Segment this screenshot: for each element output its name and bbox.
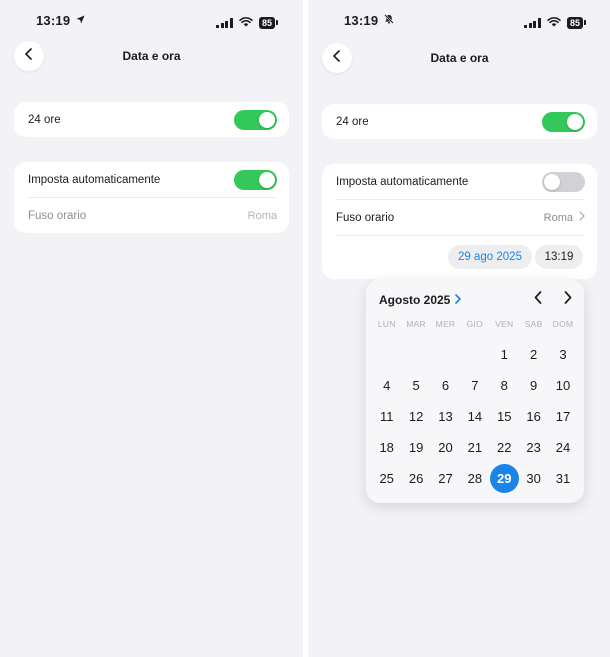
timezone-label: Fuso orario: [28, 209, 87, 222]
timezone-value: Roma: [543, 211, 573, 224]
hour24-toggle[interactable]: [234, 109, 277, 130]
calendar-day[interactable]: 13: [431, 401, 460, 432]
calendar-day[interactable]: 20: [431, 432, 460, 463]
page-title: Data e ora: [122, 49, 181, 63]
calendar-day[interactable]: 28: [460, 463, 489, 494]
timezone-row[interactable]: Fuso orario Roma: [336, 200, 585, 235]
chevron-right-icon: [564, 291, 572, 309]
calendar-day[interactable]: 30: [519, 463, 548, 494]
calendar-day-selected[interactable]: 29: [489, 463, 519, 494]
chevron-right-icon: [579, 211, 585, 224]
calendar-empty-cell: [401, 339, 430, 370]
calendar-day[interactable]: 15: [490, 401, 519, 432]
chevron-left-icon: [534, 291, 542, 309]
hour24-toggle[interactable]: [542, 111, 585, 132]
calendar-day[interactable]: 4: [372, 370, 401, 401]
hour24-label: 24 ore: [336, 115, 369, 128]
status-time: 13:19: [36, 13, 71, 28]
calendar-day[interactable]: 31: [548, 463, 577, 494]
weekday-label: MER: [435, 319, 456, 329]
divider: [336, 235, 585, 236]
calendar-day[interactable]: 18: [372, 432, 401, 463]
auto-toggle[interactable]: [542, 171, 585, 192]
page-title: Data e ora: [430, 51, 489, 65]
calendar-day[interactable]: 16: [519, 401, 548, 432]
calendar-day[interactable]: 8: [490, 370, 519, 401]
weekday-label: MAR: [406, 319, 426, 329]
calendar-empty-cell: [372, 339, 401, 370]
calendar-day[interactable]: 6: [431, 370, 460, 401]
auto-settings-card: Imposta automaticamente Fuso orario Roma…: [322, 164, 597, 279]
date-picker-button[interactable]: 29 ago 2025: [448, 245, 532, 269]
month-selector[interactable]: Agosto 2025: [379, 293, 462, 307]
weekday-label: DOM: [552, 319, 574, 329]
month-label: Agosto 2025: [379, 293, 451, 307]
calendar-day[interactable]: 23: [519, 432, 548, 463]
timezone-label: Fuso orario: [336, 211, 395, 224]
hour24-row: 24 ore: [28, 102, 277, 137]
calendar-day[interactable]: 9: [519, 370, 548, 401]
auto-row: Imposta automaticamente: [336, 164, 585, 199]
status-bar: 13:19 85: [308, 0, 610, 40]
calendar-day[interactable]: 2: [519, 339, 548, 370]
calendar-day[interactable]: 11: [372, 401, 401, 432]
auto-label: Imposta automaticamente: [336, 175, 469, 188]
calendar-day[interactable]: 22: [490, 432, 519, 463]
cellular-signal-icon: [524, 18, 541, 28]
calendar-day[interactable]: 5: [401, 370, 430, 401]
previous-month-button[interactable]: [529, 290, 547, 310]
calendar-day[interactable]: 24: [548, 432, 577, 463]
calendar-day[interactable]: 17: [548, 401, 577, 432]
location-arrow-icon: [76, 15, 85, 27]
wifi-icon: [239, 14, 253, 32]
next-month-button[interactable]: [559, 290, 577, 310]
time-picker-button[interactable]: 13:19: [535, 245, 583, 269]
auto-label: Imposta automaticamente: [28, 173, 161, 186]
calendar-day[interactable]: 27: [431, 463, 460, 494]
calendar-day[interactable]: 26: [401, 463, 430, 494]
left-screen: 13:19 85 Data e ora 24 ore Imposta autom…: [0, 0, 303, 657]
calendar-day[interactable]: 12: [401, 401, 430, 432]
calendar-day[interactable]: 1: [490, 339, 519, 370]
weekday-label: SAB: [524, 319, 543, 329]
hour24-label: 24 ore: [28, 113, 61, 126]
calendar-grid: LUN MAR MER GIO VEN SAB DOM 1 2 3 4 5 6 7 8 9 10 11 12 13 14…: [372, 319, 578, 494]
battery-level: 85: [258, 17, 279, 29]
calendar-day[interactable]: 14: [460, 401, 489, 432]
calendar-popover: Agosto 2025 LUN MAR MER GIO VEN SAB DOM 1 2 3 4 5 6 7…: [366, 279, 584, 503]
bell-slash-icon: [384, 14, 394, 27]
timezone-row: Fuso orario Roma: [28, 198, 277, 233]
calendar-empty-cell: [431, 339, 460, 370]
weekday-label: LUN: [377, 319, 396, 329]
wifi-icon: [547, 14, 561, 32]
screenshot-pair: 13:19 85 Data e ora 24 ore Imposta autom…: [0, 0, 610, 657]
status-bar: 13:19 85: [0, 0, 303, 40]
hour24-card: 24 ore: [322, 104, 597, 139]
calendar-day[interactable]: 3: [548, 339, 577, 370]
status-time: 13:19: [344, 13, 379, 28]
hour24-row: 24 ore: [336, 104, 585, 139]
cellular-signal-icon: [216, 18, 233, 28]
weekday-label: VEN: [495, 319, 514, 329]
hour24-card: 24 ore: [14, 102, 289, 137]
auto-row: Imposta automaticamente: [28, 162, 277, 197]
calendar-day[interactable]: 21: [460, 432, 489, 463]
calendar-day[interactable]: 25: [372, 463, 401, 494]
weekday-label: GIO: [466, 319, 484, 329]
timezone-value: Roma: [247, 209, 277, 222]
auto-settings-card: Imposta automaticamente Fuso orario Roma: [14, 162, 289, 233]
calendar-empty-cell: [460, 339, 489, 370]
chevron-right-icon: [455, 293, 462, 307]
auto-toggle[interactable]: [234, 169, 277, 190]
right-screen: 13:19 85 Data e ora 24 ore Imposta autom…: [308, 0, 610, 657]
calendar-day[interactable]: 7: [460, 370, 489, 401]
calendar-day[interactable]: 19: [401, 432, 430, 463]
calendar-day[interactable]: 10: [548, 370, 577, 401]
battery-level: 85: [566, 17, 587, 29]
